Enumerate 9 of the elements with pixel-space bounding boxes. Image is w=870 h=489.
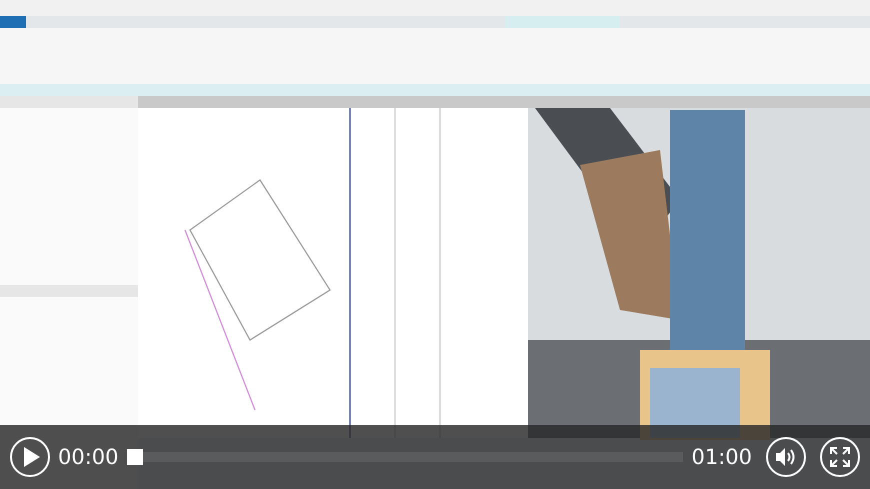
speaker-icon [775, 447, 797, 467]
progress-thumb[interactable] [126, 449, 143, 465]
volume-button[interactable] [766, 437, 806, 477]
duration-time: 01:00 [691, 446, 752, 468]
fullscreen-button[interactable] [820, 437, 860, 477]
play-icon [24, 447, 40, 467]
fullscreen-icon [830, 447, 850, 467]
play-button[interactable] [10, 437, 50, 477]
current-time: 00:00 [58, 446, 119, 468]
